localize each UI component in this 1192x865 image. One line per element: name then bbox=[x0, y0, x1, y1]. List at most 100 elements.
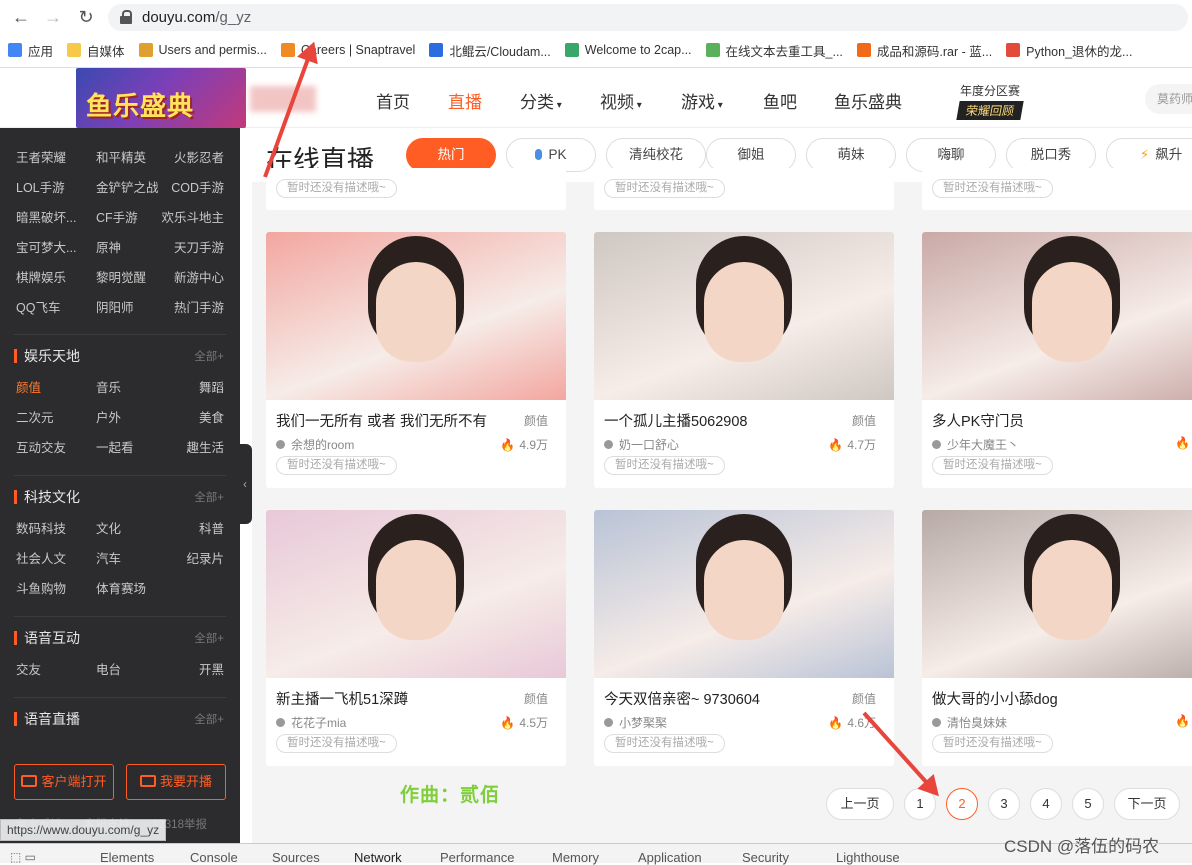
bookmark-item[interactable]: Welcome to 2cap... bbox=[565, 38, 692, 62]
bookmark-item[interactable]: 应用 bbox=[8, 38, 53, 62]
stream-thumbnail[interactable] bbox=[266, 232, 566, 400]
sidebar-section-header[interactable]: 科技文化全部+ bbox=[0, 481, 240, 511]
sidebar-item[interactable]: 文化 bbox=[96, 518, 121, 537]
stream-thumbnail[interactable] bbox=[594, 510, 894, 678]
sidebar-item[interactable]: 新游中心 bbox=[174, 267, 224, 286]
sidebar-item[interactable]: 颜值 bbox=[16, 377, 41, 396]
stream-thumbnail[interactable] bbox=[594, 232, 894, 400]
card-streamer[interactable]: 少年大魔王丶 bbox=[932, 436, 1019, 453]
card-streamer[interactable]: 清怡臭妹妹 bbox=[932, 714, 1007, 731]
sidebar-item[interactable]: CF手游 bbox=[96, 207, 138, 226]
sidebar-item[interactable]: 互动交友 bbox=[16, 437, 66, 456]
reload-icon[interactable]: ↻ bbox=[75, 6, 97, 28]
site-logo[interactable]: 鱼乐盛典 bbox=[76, 68, 246, 128]
stream-thumbnail[interactable] bbox=[266, 510, 566, 678]
tag-7[interactable]: 脱口秀 bbox=[1006, 138, 1096, 172]
stream-card[interactable]: 新主播一飞机51深蹲颜值花花子mia🔥4.5万暂时还没有描述哦~ bbox=[266, 510, 566, 766]
card-category[interactable]: 颜值 bbox=[852, 690, 876, 707]
sidebar-item[interactable]: 原神 bbox=[96, 237, 121, 256]
stream-card[interactable]: 今天双倍亲密~ 9730604颜值小梦棸棸🔥4.6万暂时还没有描述哦~ bbox=[594, 510, 894, 766]
sidebar-item[interactable]: 棋牌娱乐 bbox=[16, 267, 66, 286]
sidebar-section-header[interactable]: 语音互动全部+ bbox=[0, 622, 240, 652]
back-icon[interactable]: ← bbox=[10, 6, 32, 28]
page-3-button[interactable]: 3 bbox=[988, 788, 1020, 820]
section-more-link[interactable]: 全部+ bbox=[194, 630, 224, 646]
sidebar-item[interactable]: 趣生活 bbox=[186, 437, 224, 456]
sidebar-item[interactable]: 数码科技 bbox=[16, 518, 66, 537]
sidebar-item[interactable]: 热门手游 bbox=[174, 297, 224, 316]
sidebar-item[interactable]: 美食 bbox=[199, 407, 224, 426]
stream-card[interactable]: 做大哥的小小舔dog颜清怡臭妹妹🔥4.暂时还没有描述哦~ bbox=[922, 510, 1192, 766]
sidebar-item[interactable]: 一起看 bbox=[96, 437, 134, 456]
tag-2[interactable]: PK bbox=[506, 138, 596, 172]
address-bar[interactable]: douyu.com/g_yz bbox=[108, 4, 1188, 31]
sidebar-item[interactable]: 纪录片 bbox=[186, 548, 224, 567]
sidebar-item[interactable]: 金铲铲之战 bbox=[96, 177, 159, 196]
nav-6[interactable]: 鱼吧 bbox=[763, 88, 797, 113]
forward-icon[interactable]: → bbox=[42, 6, 64, 28]
tag-6[interactable]: 嗨聊 bbox=[906, 138, 996, 172]
start-live-button[interactable]: 我要开播 bbox=[126, 764, 226, 800]
season-banner[interactable]: 年度分区赛 荣耀回顾 bbox=[950, 82, 1030, 118]
next-page-button[interactable]: 下一页 bbox=[1114, 788, 1180, 820]
tag-1[interactable]: 热门 bbox=[406, 138, 496, 172]
sidebar-item[interactable]: 音乐 bbox=[96, 377, 121, 396]
card-category[interactable]: 颜值 bbox=[524, 690, 548, 707]
sidebar-item[interactable]: COD手游 bbox=[171, 177, 224, 196]
nav-7[interactable]: 鱼乐盛典 bbox=[834, 88, 902, 113]
sidebar-item[interactable]: 火影忍者 bbox=[174, 147, 224, 166]
stream-card-partial[interactable]: 暂时还没有描述哦~ bbox=[922, 168, 1192, 210]
sidebar-item[interactable]: 斗鱼购物 bbox=[16, 578, 66, 597]
stream-thumbnail[interactable] bbox=[922, 510, 1192, 678]
sidebar-item[interactable]: 电台 bbox=[96, 659, 121, 678]
bookmark-item[interactable]: Python_退休的龙... bbox=[1006, 38, 1132, 62]
url-text[interactable]: douyu.com/g_yz bbox=[142, 9, 251, 26]
stream-card[interactable]: 一个孤儿主播5062908颜值奶一口舒心🔥4.7万暂时还没有描述哦~ bbox=[594, 232, 894, 488]
sidebar-collapse-icon[interactable]: ‹ bbox=[238, 444, 252, 524]
stream-card[interactable]: 多人PK守门员颜少年大魔王丶🔥4.暂时还没有描述哦~ bbox=[922, 232, 1192, 488]
sidebar-section-header[interactable]: 娱乐天地全部+ bbox=[0, 340, 240, 370]
devtools-inspect-icon[interactable]: ⬚ ▭ bbox=[10, 850, 36, 864]
tag-8[interactable]: ⚡飙升 bbox=[1106, 138, 1192, 172]
sidebar-item[interactable]: 社会人文 bbox=[16, 548, 66, 567]
card-category[interactable]: 颜值 bbox=[852, 412, 876, 429]
bookmark-item[interactable]: 在线文本去重工具_... bbox=[706, 38, 843, 62]
nav-1[interactable]: 首页 bbox=[376, 88, 410, 113]
stream-thumbnail[interactable] bbox=[922, 232, 1192, 400]
sidebar-item[interactable]: 阴阳师 bbox=[96, 297, 134, 316]
card-streamer[interactable]: 花花子mia bbox=[276, 714, 346, 731]
sidebar-item[interactable]: 开黑 bbox=[199, 659, 224, 678]
tag-5[interactable]: 萌妹 bbox=[806, 138, 896, 172]
page-4-button[interactable]: 4 bbox=[1030, 788, 1062, 820]
bookmark-item[interactable]: 成品和源码.rar - 蓝... bbox=[857, 38, 992, 62]
sidebar-item[interactable]: 欢乐斗地主 bbox=[161, 207, 224, 226]
card-streamer[interactable]: 奶一口舒心 bbox=[604, 436, 679, 453]
sidebar-item[interactable]: 和平精英 bbox=[96, 147, 146, 166]
bookmark-item[interactable]: Users and permis... bbox=[139, 38, 267, 62]
sidebar-item[interactable]: LOL手游 bbox=[16, 177, 65, 196]
bookmark-item[interactable]: 北鲲云/Cloudam... bbox=[429, 38, 550, 62]
search-input[interactable]: 莫药师 bbox=[1145, 84, 1192, 114]
sidebar-section-header[interactable]: 语音直播全部+ bbox=[0, 703, 240, 733]
stream-card-partial[interactable]: 暂时还没有描述哦~ bbox=[266, 168, 566, 210]
page-2-button[interactable]: 2 bbox=[946, 788, 978, 820]
sidebar-item[interactable]: 科普 bbox=[199, 518, 224, 537]
sidebar-item[interactable]: QQ飞车 bbox=[16, 297, 60, 316]
sidebar-item[interactable]: 黎明觉醒 bbox=[96, 267, 146, 286]
section-more-link[interactable]: 全部+ bbox=[194, 348, 224, 364]
prev-page-button[interactable]: 上一页 bbox=[826, 788, 894, 820]
card-category[interactable]: 颜值 bbox=[524, 412, 548, 429]
sidebar-item[interactable]: 体育赛场 bbox=[96, 578, 146, 597]
section-more-link[interactable]: 全部+ bbox=[194, 489, 224, 505]
sidebar-item[interactable]: 交友 bbox=[16, 659, 41, 678]
nav-3[interactable]: 分类 ▾ bbox=[520, 88, 562, 113]
client-open-button[interactable]: 客户端打开 bbox=[14, 764, 114, 800]
sidebar-item[interactable]: 宝可梦大... bbox=[16, 237, 76, 256]
sidebar-item[interactable]: 户外 bbox=[96, 407, 121, 426]
sidebar-item[interactable]: 二次元 bbox=[16, 407, 54, 426]
tag-4[interactable]: 御姐 bbox=[706, 138, 796, 172]
tag-3[interactable]: 清纯校花 bbox=[606, 138, 706, 172]
nav-5[interactable]: 游戏 ▾ bbox=[681, 88, 723, 113]
bookmark-item[interactable]: 自媒体 bbox=[67, 38, 125, 62]
sidebar-item[interactable]: 汽车 bbox=[96, 548, 121, 567]
